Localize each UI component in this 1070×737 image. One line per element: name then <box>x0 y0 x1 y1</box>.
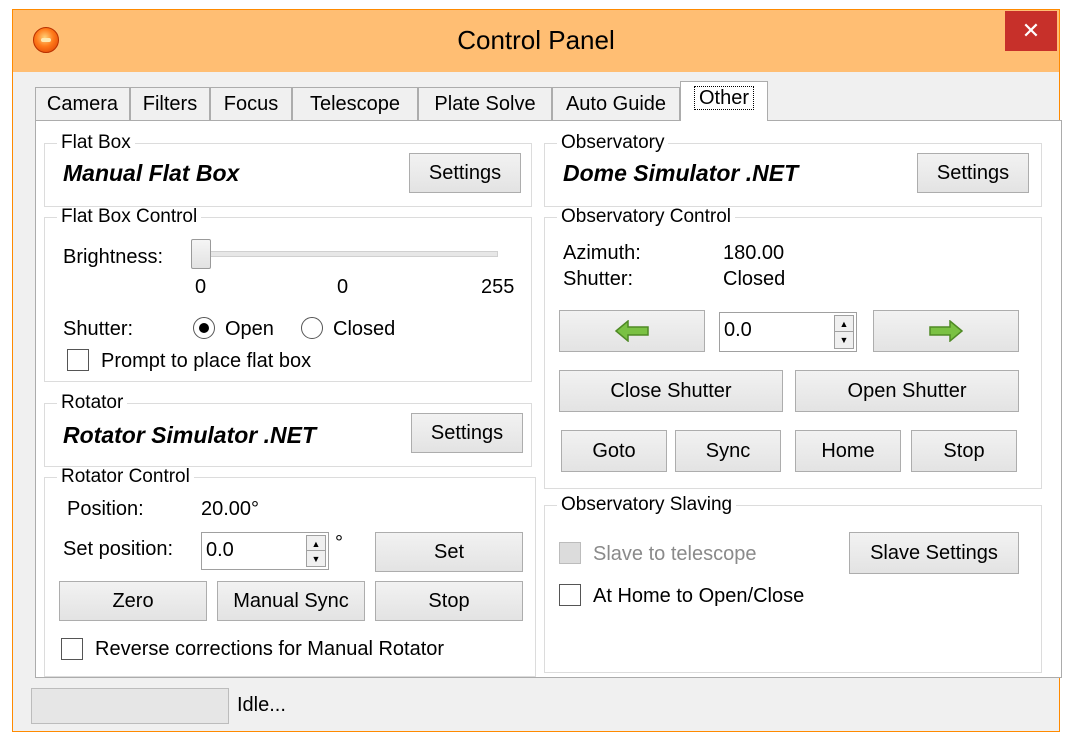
status-text: Idle... <box>237 694 286 716</box>
brightness-value-label: 0 <box>337 276 349 298</box>
slave-settings-button[interactable]: Slave Settings <box>849 532 1019 574</box>
prompt-flat-box-label[interactable]: Prompt to place flat box <box>101 350 311 373</box>
close-shutter-button[interactable]: Close Shutter <box>559 370 783 412</box>
arrow-left-icon <box>615 320 649 342</box>
tab-camera[interactable]: Camera <box>35 87 130 120</box>
tab-filters[interactable]: Filters <box>130 87 210 120</box>
observatory-slaving-group: Observatory Slaving Slave to telescope S… <box>544 495 1042 673</box>
tab-other-label: Other <box>693 86 755 110</box>
shutter-open-label[interactable]: Open <box>225 318 274 341</box>
control-panel-window: Control Panel ✕ Camera Filters Focus Tel… <box>12 9 1062 732</box>
rotator-group-title: Rotator <box>57 393 128 413</box>
slave-to-telescope-label[interactable]: Slave to telescope <box>593 543 756 566</box>
flat-box-group-title: Flat Box <box>57 133 135 153</box>
open-shutter-button[interactable]: Open Shutter <box>795 370 1019 412</box>
observatory-settings-button[interactable]: Settings <box>917 153 1029 193</box>
tab-plate-solve[interactable]: Plate Solve <box>418 87 552 120</box>
shutter-open-radio[interactable] <box>193 317 215 339</box>
dome-sync-button[interactable]: Sync <box>675 430 781 472</box>
slave-to-telescope-checkbox[interactable] <box>559 542 581 564</box>
set-position-label: Set position: <box>63 538 174 560</box>
manual-sync-button[interactable]: Manual Sync <box>217 581 365 621</box>
brightness-min-label: 0 <box>195 276 207 298</box>
status-progress-bar <box>31 688 229 724</box>
flat-box-control-group: Flat Box Control Brightness: 0 0 255 Shu… <box>44 207 532 382</box>
close-button[interactable]: ✕ <box>1005 11 1057 51</box>
azimuth-value: 180.00 <box>723 242 785 264</box>
observatory-group: Observatory Dome Simulator .NET Settings <box>544 133 1042 207</box>
rotator-position-label: Position: <box>67 498 144 520</box>
observatory-control-title: Observatory Control <box>557 207 736 227</box>
brightness-label: Brightness: <box>63 246 164 268</box>
azimuth-label: Azimuth: <box>563 242 641 264</box>
tab-auto-guide[interactable]: Auto Guide <box>552 87 680 120</box>
degree-symbol: ° <box>335 532 343 554</box>
brightness-max-label: 255 <box>481 276 515 298</box>
tab-focus[interactable]: Focus <box>210 87 292 120</box>
spin-up-icon[interactable]: ▲ <box>307 536 325 551</box>
spin-up-icon[interactable]: ▲ <box>835 316 853 332</box>
observatory-shutter-label: Shutter: <box>563 268 634 290</box>
flat-box-device-name: Manual Flat Box <box>63 160 240 186</box>
other-tab-page: Flat Box Manual Flat Box Settings Flat B… <box>35 120 1062 678</box>
rotator-position-value: 20.00° <box>201 498 260 520</box>
status-bar: Idle... <box>13 680 1059 731</box>
rotator-group: Rotator Rotator Simulator .NET Settings <box>44 393 532 467</box>
spin-down-icon[interactable]: ▼ <box>307 551 325 566</box>
flat-box-settings-button[interactable]: Settings <box>409 153 521 193</box>
observatory-shutter-value: Closed <box>723 268 786 290</box>
brightness-slider-thumb[interactable] <box>191 239 211 269</box>
rotator-control-group: Rotator Control Position: 20.00° Set pos… <box>44 467 536 677</box>
rotator-settings-button[interactable]: Settings <box>411 413 523 453</box>
shutter-closed-label[interactable]: Closed <box>333 318 395 341</box>
rotator-device-name: Rotator Simulator .NET <box>63 422 317 448</box>
rotate-right-button[interactable] <box>873 310 1019 352</box>
dome-step-value: 0.0 <box>724 319 752 341</box>
rotate-left-button[interactable] <box>559 310 705 352</box>
observatory-group-title: Observatory <box>557 133 669 153</box>
spin-down-icon[interactable]: ▼ <box>835 332 853 348</box>
observatory-slaving-title: Observatory Slaving <box>557 495 737 515</box>
flat-box-control-title: Flat Box Control <box>57 207 202 227</box>
set-position-spin-buttons[interactable]: ▲ ▼ <box>306 535 326 567</box>
dome-step-spin-buttons[interactable]: ▲ ▼ <box>834 315 854 349</box>
tab-telescope[interactable]: Telescope <box>292 87 418 120</box>
rotator-stop-button[interactable]: Stop <box>375 581 523 621</box>
tab-other[interactable]: Other <box>680 81 768 121</box>
set-position-value: 0.0 <box>206 539 234 561</box>
brightness-slider-track[interactable] <box>198 251 498 257</box>
reverse-corrections-label[interactable]: Reverse corrections for Manual Rotator <box>95 638 444 661</box>
reverse-corrections-checkbox[interactable] <box>61 638 83 660</box>
dome-step-stepper[interactable]: 0.0 ▲ ▼ <box>719 312 857 352</box>
window-title: Control Panel <box>457 25 615 55</box>
flat-box-group: Flat Box Manual Flat Box Settings <box>44 133 532 207</box>
prompt-flat-box-checkbox[interactable] <box>67 349 89 371</box>
rotator-control-title: Rotator Control <box>57 467 194 487</box>
set-position-stepper[interactable]: 0.0 ▲ ▼ <box>201 532 329 570</box>
observatory-control-group: Observatory Control Azimuth: 180.00 Shut… <box>544 207 1042 489</box>
dome-goto-button[interactable]: Goto <box>561 430 667 472</box>
rotator-zero-button[interactable]: Zero <box>59 581 207 621</box>
dome-stop-button[interactable]: Stop <box>911 430 1017 472</box>
arrow-right-icon <box>929 320 963 342</box>
home-open-close-checkbox[interactable] <box>559 584 581 606</box>
observatory-device-name: Dome Simulator .NET <box>563 160 799 186</box>
home-open-close-label[interactable]: At Home to Open/Close <box>593 585 804 608</box>
rotator-set-button[interactable]: Set <box>375 532 523 572</box>
flatbox-shutter-label: Shutter: <box>63 318 134 340</box>
shutter-closed-radio[interactable] <box>301 317 323 339</box>
dome-home-button[interactable]: Home <box>795 430 901 472</box>
tab-bar: Camera Filters Focus Telescope Plate Sol… <box>13 72 1059 122</box>
title-bar[interactable]: Control Panel ✕ <box>13 10 1059 72</box>
